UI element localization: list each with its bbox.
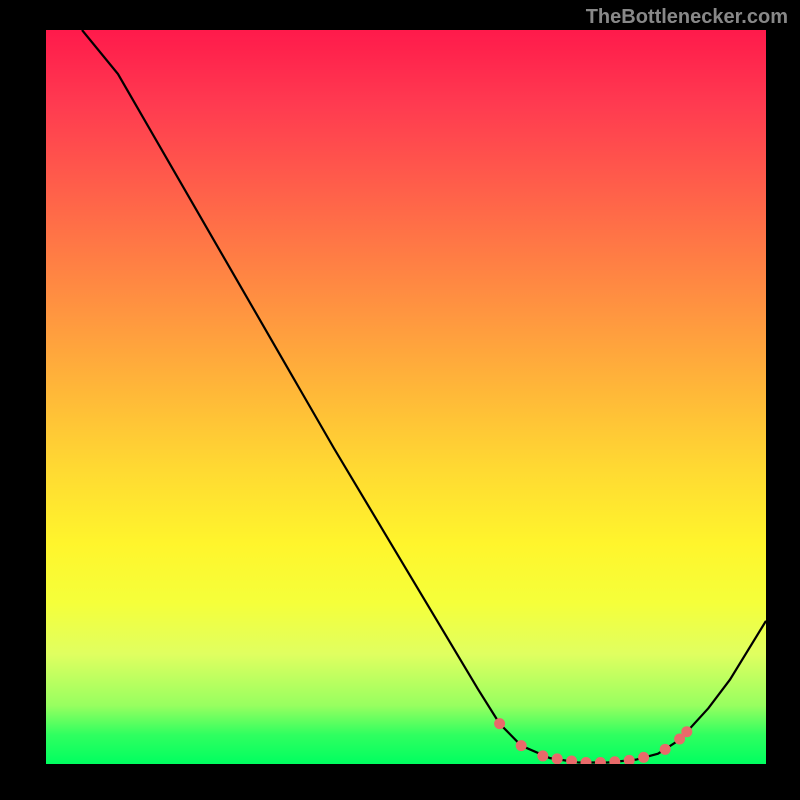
data-point	[537, 750, 548, 761]
data-point	[494, 718, 505, 729]
data-point	[552, 753, 563, 764]
plot-area	[46, 30, 766, 764]
data-point	[581, 757, 592, 764]
data-point	[660, 744, 671, 755]
data-point	[566, 756, 577, 764]
data-point	[595, 757, 606, 764]
data-point	[516, 740, 527, 751]
data-point	[681, 726, 692, 737]
data-point	[624, 755, 635, 764]
dots-group	[494, 718, 692, 764]
chart-svg	[46, 30, 766, 764]
curve-path	[82, 30, 766, 763]
attribution-label: TheBottlenecker.com	[586, 6, 788, 29]
data-point	[609, 756, 620, 764]
data-point	[638, 752, 649, 763]
chart-container: TheBottlenecker.com	[0, 0, 800, 800]
